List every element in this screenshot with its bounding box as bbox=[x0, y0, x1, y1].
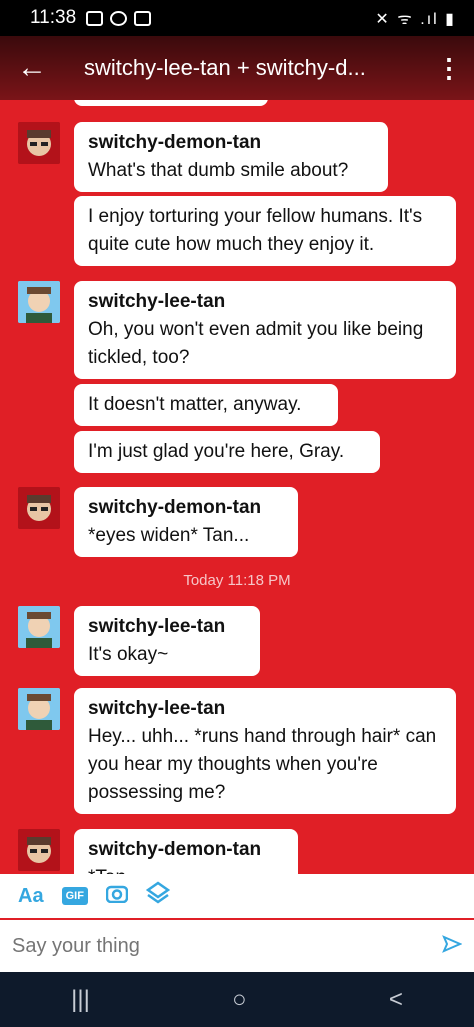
message-bubble: I enjoy torturing your fellow humans. It… bbox=[74, 196, 456, 266]
message-text: It's okay~ bbox=[88, 644, 169, 665]
home-icon[interactable]: ○ bbox=[232, 986, 247, 1014]
chat-thread[interactable]: switchy-demon-tan What's that dumb smile… bbox=[0, 100, 474, 874]
back-arrow-icon[interactable]: ← bbox=[0, 51, 64, 85]
app-bar: ← switchy-lee-tan + switchy-d... ⋮ bbox=[0, 36, 474, 100]
sender-name[interactable]: switchy-lee-tan bbox=[88, 695, 442, 723]
message-bubble: switchy-demon-tan *eyes widen* Tan... bbox=[74, 487, 298, 557]
message-text: I'm just glad you're here, Gray. bbox=[88, 441, 345, 462]
status-bar: 11:38 ✕ ᯤ .ıl ▮ bbox=[0, 0, 474, 36]
text-format-button[interactable]: Aa bbox=[18, 885, 44, 908]
spotify-icon bbox=[110, 10, 128, 26]
timestamp-divider: Today 11:18 PM bbox=[183, 572, 291, 589]
status-right-icons: ✕ ᯤ .ıl ▮ bbox=[375, 11, 456, 28]
system-nav-bar: ||| ○ < bbox=[0, 972, 474, 1027]
avatar-demon[interactable] bbox=[18, 487, 60, 529]
message-text: *eyes widen* Tan... bbox=[88, 525, 250, 546]
avatar-demon[interactable] bbox=[18, 122, 60, 164]
message-bubble: switchy-lee-tan Hey... uhh... *runs hand… bbox=[74, 688, 456, 814]
message-input[interactable] bbox=[12, 934, 442, 958]
avatar-lee[interactable] bbox=[18, 281, 60, 323]
status-time: 11:38 bbox=[30, 7, 77, 28]
compose-bar bbox=[0, 920, 474, 972]
more-options-icon[interactable]: ⋮ bbox=[424, 53, 474, 84]
message-bubble: switchy-lee-tan It's okay~ bbox=[74, 606, 260, 676]
message-text: What's that dumb smile about? bbox=[88, 160, 349, 181]
message-text: Oh, you won't even admit you like being … bbox=[88, 319, 424, 368]
message-bubble: I'm just glad you're here, Gray. bbox=[74, 431, 380, 473]
message-bubble: switchy-lee-tan Oh, you won't even admit… bbox=[74, 281, 456, 379]
message-bubble: switchy-demon-tan *Tan... bbox=[74, 829, 298, 874]
app-icon bbox=[134, 10, 152, 26]
message-bubble-clipped bbox=[74, 100, 268, 106]
avatar-demon[interactable] bbox=[18, 829, 60, 871]
conversation-title[interactable]: switchy-lee-tan + switchy-d... bbox=[64, 55, 424, 81]
message-text: Hey... uhh... *runs hand through hair* c… bbox=[88, 726, 437, 803]
sender-name[interactable]: switchy-lee-tan bbox=[88, 288, 442, 316]
sender-name[interactable]: switchy-demon-tan bbox=[88, 836, 284, 864]
message-bubble: It doesn't matter, anyway. bbox=[74, 384, 338, 426]
message-text: I enjoy torturing your fellow humans. It… bbox=[88, 206, 423, 255]
sticker-icon[interactable] bbox=[145, 881, 171, 911]
avatar-lee[interactable] bbox=[18, 606, 60, 648]
gallery-icon bbox=[86, 10, 104, 26]
nav-back-icon[interactable]: < bbox=[389, 986, 403, 1014]
send-icon[interactable] bbox=[442, 933, 463, 959]
sender-name[interactable]: switchy-demon-tan bbox=[88, 494, 284, 522]
gif-button[interactable]: GIF bbox=[61, 887, 88, 905]
message-text: It doesn't matter, anyway. bbox=[88, 394, 302, 415]
recent-apps-icon[interactable]: ||| bbox=[71, 986, 90, 1014]
sender-name[interactable]: switchy-lee-tan bbox=[88, 613, 246, 641]
message-bubble: switchy-demon-tan What's that dumb smile… bbox=[74, 122, 388, 192]
message-text: *Tan... bbox=[88, 864, 284, 874]
camera-icon[interactable] bbox=[105, 883, 129, 909]
avatar-lee[interactable] bbox=[18, 688, 60, 730]
compose-toolbar: Aa GIF bbox=[0, 874, 474, 920]
sender-name[interactable]: switchy-demon-tan bbox=[88, 129, 374, 157]
